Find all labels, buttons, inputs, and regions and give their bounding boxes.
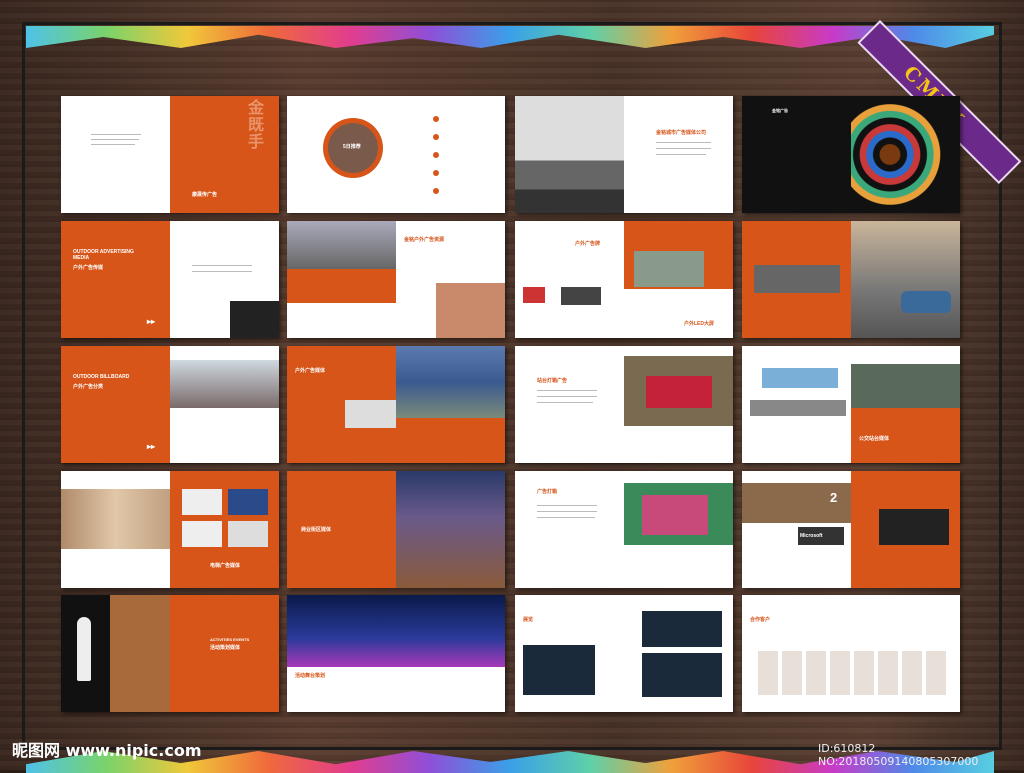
- brochure-spread-7[interactable]: 户外广告牌 户外LED大屏: [515, 221, 733, 338]
- page: [61, 471, 170, 588]
- brochure-spread-6[interactable]: 金铭户外广告资源: [287, 221, 505, 338]
- page: [515, 96, 624, 213]
- spread-title: 合作客户: [750, 617, 771, 623]
- spread-title: ACTIVITIES EVENTS: [210, 637, 250, 642]
- brochure-spread-4[interactable]: 金铭广告: [742, 96, 960, 213]
- page: [287, 221, 396, 338]
- brochure-spread-20[interactable]: 合作客户: [742, 595, 960, 712]
- page: 金铭城市广告媒体公司: [624, 96, 733, 213]
- page: OUTDOOR BILLBOARD 户外广告分类 ▸▸: [61, 346, 170, 463]
- brochure-spread-11[interactable]: 站台灯箱广告: [515, 346, 733, 463]
- watermark-id: ID:610812 NO:20180509140805307000: [818, 742, 979, 768]
- brochure-spread-16[interactable]: 2 Microsoft: [742, 471, 960, 588]
- page: 户外LED大屏: [624, 221, 733, 338]
- page: 户外广告牌: [515, 221, 624, 338]
- page: [742, 221, 851, 338]
- spread-title: 金铭城市广告媒体公司: [656, 130, 707, 136]
- sign-number: 2: [830, 490, 838, 505]
- page: [170, 346, 279, 463]
- page: 5日推荐: [287, 96, 505, 213]
- page: ACTIVITIES EVENTS 活动策划媒体: [170, 595, 279, 712]
- brochure-spread-12[interactable]: 公交站台媒体: [742, 346, 960, 463]
- brochure-spread-8[interactable]: [742, 221, 960, 338]
- page: 商业街区媒体: [287, 471, 396, 588]
- spread-title: 户外广告媒体: [295, 368, 326, 374]
- spread-title: 电梯广告媒体: [210, 563, 241, 569]
- page: [170, 221, 279, 338]
- sign-text: Microsoft: [800, 533, 823, 539]
- page: 合作客户: [742, 595, 960, 712]
- spread-title: 公交站台媒体: [859, 436, 890, 442]
- page: [851, 471, 960, 588]
- brochure-spread-17[interactable]: ACTIVITIES EVENTS 活动策划媒体: [61, 595, 279, 712]
- brochure-spread-18[interactable]: 活动舞台策划: [287, 595, 505, 712]
- brochure-spread-5[interactable]: OUTDOOR ADVERTISING MEDIA 户外广告传媒 ▸▸: [61, 221, 279, 338]
- brochure-spread-15[interactable]: 广告灯箱: [515, 471, 733, 588]
- page: 广告灯箱: [515, 471, 624, 588]
- page: [851, 96, 960, 213]
- spread-title: 站台灯箱广告: [537, 378, 568, 384]
- page: 站台灯箱广告: [515, 346, 624, 463]
- brochure-spread-9[interactable]: OUTDOOR BILLBOARD 户外广告分类 ▸▸: [61, 346, 279, 463]
- spread-subtitle: 户外广告传媒: [73, 265, 104, 271]
- spread-title: 展览: [523, 617, 534, 623]
- page: [624, 595, 733, 712]
- brochure-spread-14[interactable]: 商业街区媒体: [287, 471, 505, 588]
- brochure-spread-1[interactable]: 金 既 手 康晟传广告: [61, 96, 279, 213]
- page: 公交站台媒体: [851, 346, 960, 463]
- page: OUTDOOR ADVERTISING MEDIA 户外广告传媒 ▸▸: [61, 221, 170, 338]
- page: 2 Microsoft: [742, 471, 851, 588]
- page: [851, 221, 960, 338]
- page: [624, 346, 733, 463]
- page: 金铭广告: [742, 96, 851, 213]
- spread-title: 广告灯箱: [537, 489, 558, 495]
- brochure-spread-19[interactable]: 展览: [515, 595, 733, 712]
- page: [624, 471, 733, 588]
- brochure-spread-2[interactable]: 5日推荐: [287, 96, 505, 213]
- spread-title: 金铭广告: [772, 108, 788, 113]
- logo-text: 康晟传广告: [192, 192, 218, 198]
- page: [61, 96, 170, 213]
- page: [61, 595, 170, 712]
- page: 金 既 手 康晟传广告: [170, 96, 279, 213]
- page: 户外广告媒体: [287, 346, 396, 463]
- spread-subtitle: 活动策划媒体: [210, 645, 241, 651]
- page: 活动舞台策划: [287, 595, 505, 712]
- spread-title: 金铭户外广告资源: [404, 237, 445, 243]
- brochure-spread-13[interactable]: 电梯广告媒体: [61, 471, 279, 588]
- cover-char: 金 既 手: [248, 100, 265, 151]
- page: [396, 346, 505, 463]
- page: [396, 471, 505, 588]
- page: 展览: [515, 595, 624, 712]
- watermark-site: 昵图网 www.nipic.com: [12, 741, 202, 760]
- spread-title: 商业街区媒体: [301, 527, 332, 533]
- page: [742, 346, 851, 463]
- brochure-spread-3[interactable]: 金铭城市广告媒体公司: [515, 96, 733, 213]
- spread-title: OUTDOOR BILLBOARD: [73, 374, 130, 380]
- spread-title: 活动舞台策划: [295, 673, 326, 679]
- page: 电梯广告媒体: [170, 471, 279, 588]
- spread-title: 户外广告牌: [575, 241, 601, 247]
- spread-subtitle: 户外广告分类: [73, 384, 104, 390]
- tag-text: 5日推荐: [343, 144, 361, 150]
- spread-title-2: 户外LED大屏: [684, 321, 715, 327]
- brochure-spread-10[interactable]: 户外广告媒体: [287, 346, 505, 463]
- spread-title: OUTDOOR ADVERTISING MEDIA: [73, 249, 134, 261]
- page: 金铭户外广告资源: [396, 221, 505, 338]
